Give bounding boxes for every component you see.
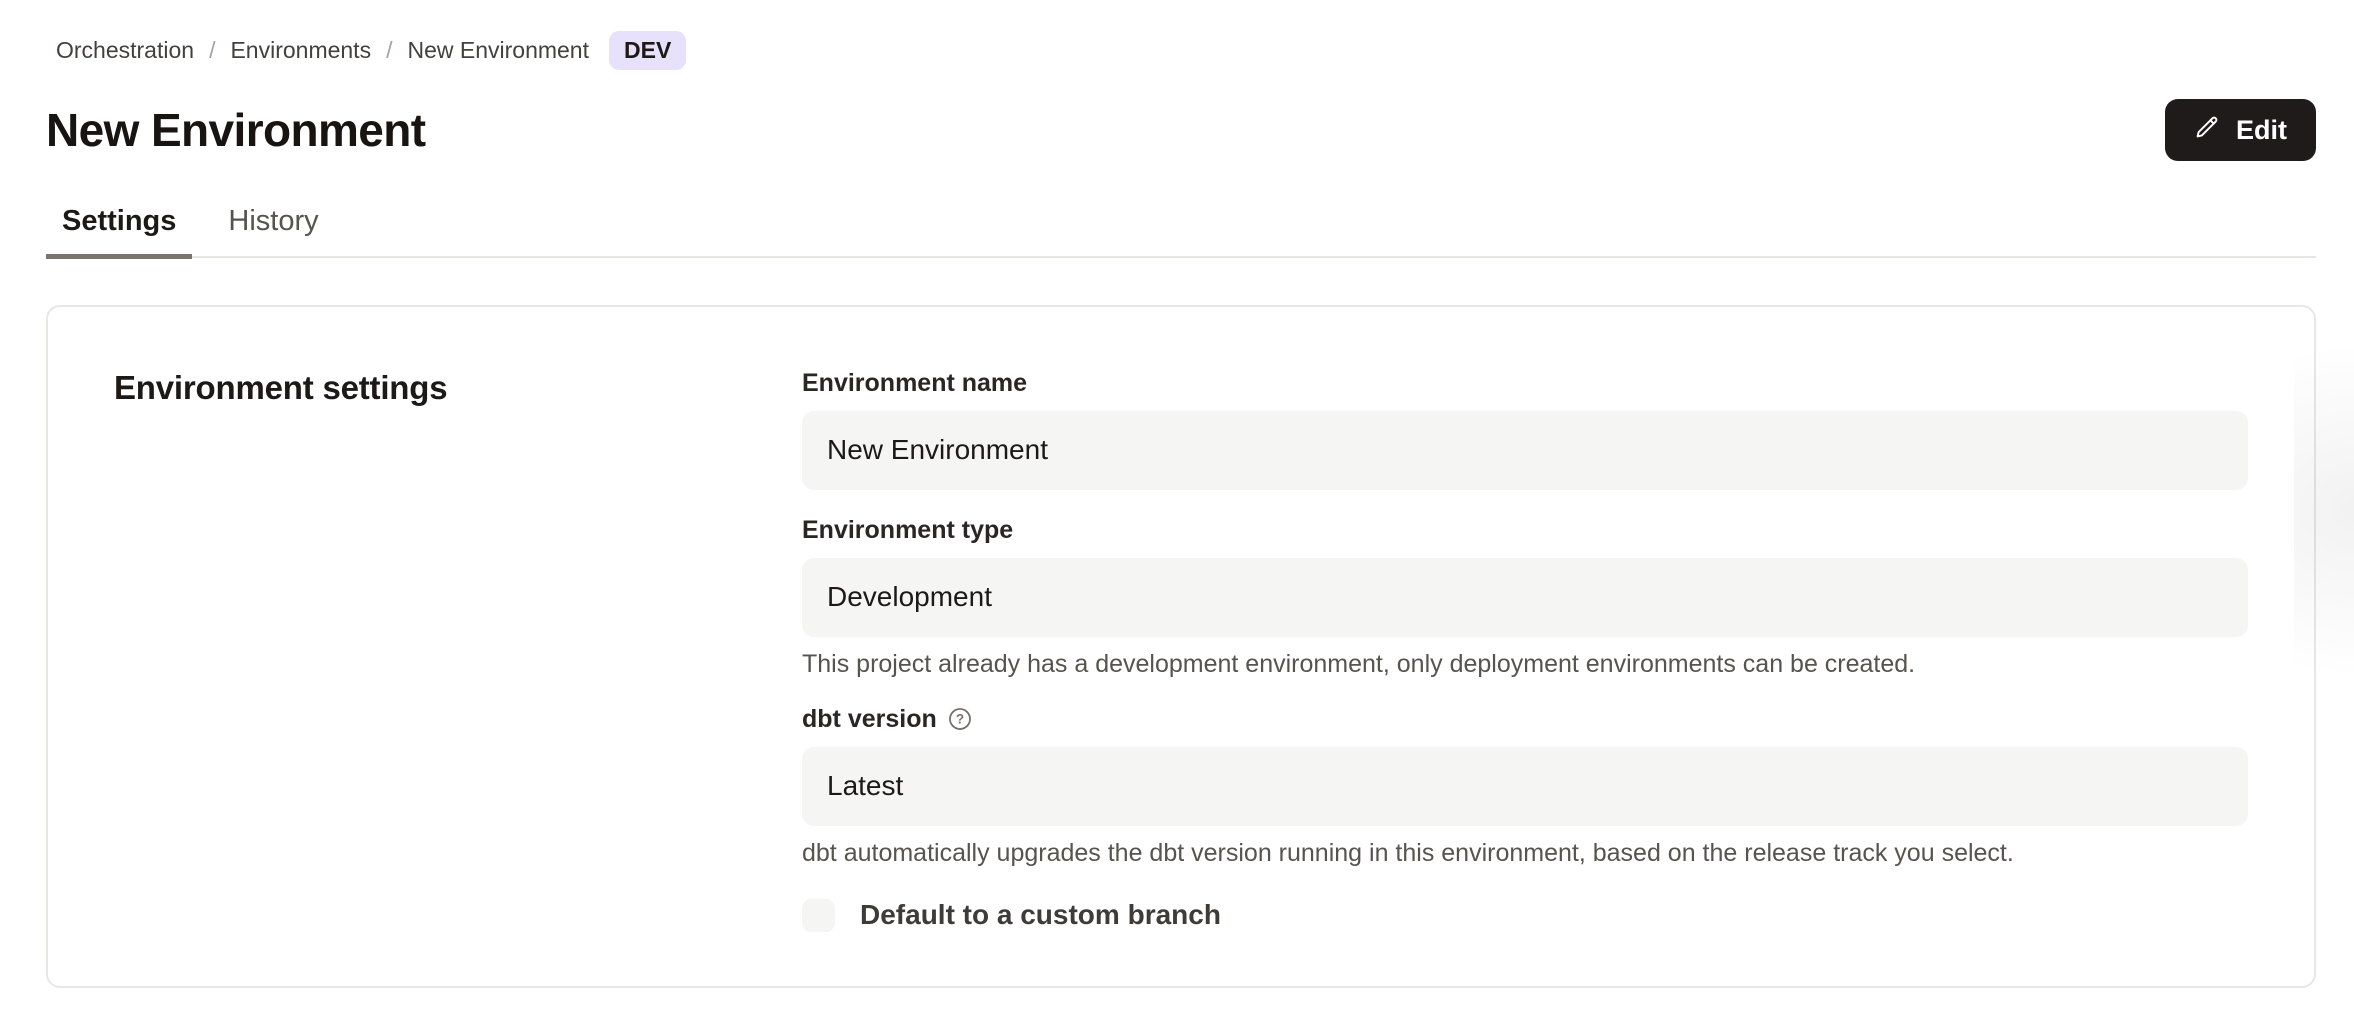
pencil-icon <box>2194 113 2221 147</box>
edit-button-label: Edit <box>2236 115 2287 146</box>
tab-bar: Settings History <box>46 195 2316 258</box>
tab-history[interactable]: History <box>212 195 334 259</box>
breadcrumb-orchestration[interactable]: Orchestration <box>56 37 194 64</box>
breadcrumb-separator: / <box>386 37 392 64</box>
environment-type-helper-text: This project already has a development e… <box>802 649 2248 679</box>
environment-settings-page: Orchestration / Environments / New Envir… <box>0 0 2354 1020</box>
breadcrumb-new-environment[interactable]: New Environment <box>407 37 589 64</box>
tab-settings[interactable]: Settings <box>46 195 192 259</box>
section-heading: Environment settings <box>114 369 802 407</box>
breadcrumb-separator: / <box>209 37 215 64</box>
breadcrumb: Orchestration / Environments / New Envir… <box>56 0 2316 70</box>
dbt-version-helper-text: dbt automatically upgrades the dbt versi… <box>802 838 2248 868</box>
field-dbt-version: dbt version ? Latest dbt automatically u… <box>802 705 2248 868</box>
field-environment-type: Environment type Development This projec… <box>802 516 2248 679</box>
edit-button[interactable]: Edit <box>2165 99 2316 161</box>
environment-name-input[interactable]: New Environment <box>802 411 2248 490</box>
page-title: New Environment <box>46 103 426 157</box>
help-circle-icon[interactable]: ? <box>948 707 972 731</box>
dbt-version-label: dbt version <box>802 705 937 734</box>
environment-settings-card: Environment settings Environment name Ne… <box>46 305 2316 988</box>
custom-branch-checkbox[interactable] <box>802 899 835 932</box>
dbt-version-input[interactable]: Latest <box>802 747 2248 826</box>
breadcrumb-environments[interactable]: Environments <box>230 37 371 64</box>
custom-branch-row: Default to a custom branch <box>802 899 2248 932</box>
environment-type-input[interactable]: Development <box>802 558 2248 637</box>
field-environment-name: Environment name New Environment <box>802 369 2248 490</box>
dev-status-badge: DEV <box>609 31 686 70</box>
environment-type-label: Environment type <box>802 516 2248 545</box>
card-form-column: Environment name New Environment Environ… <box>802 369 2248 924</box>
custom-branch-label: Default to a custom branch <box>860 899 1221 931</box>
dbt-version-label-row: dbt version ? <box>802 705 2248 734</box>
environment-name-label: Environment name <box>802 369 2248 398</box>
card-left-column: Environment settings <box>114 369 802 924</box>
svg-text:?: ? <box>956 712 964 727</box>
title-row: New Environment Edit <box>46 99 2316 161</box>
